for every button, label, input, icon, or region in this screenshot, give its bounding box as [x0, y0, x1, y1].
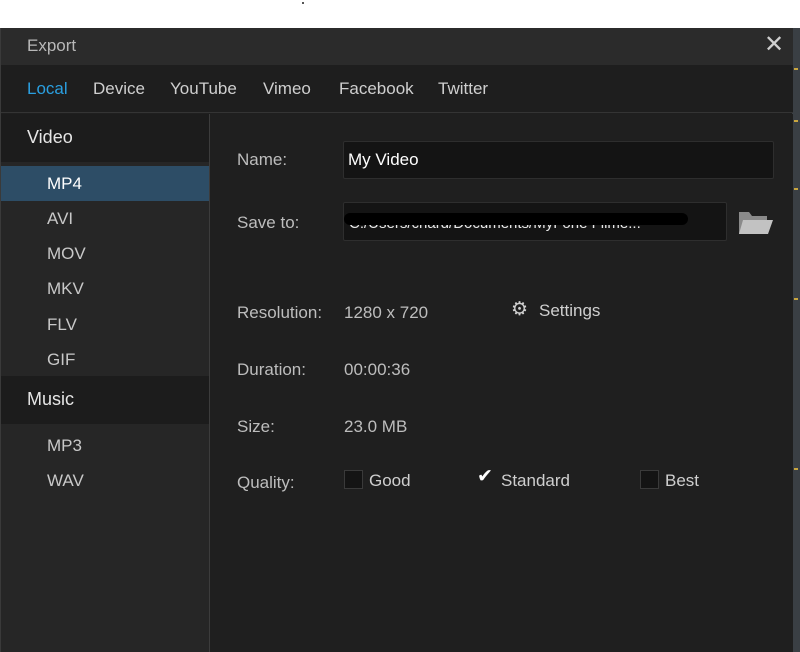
- save-to-label: Save to:: [237, 213, 300, 232]
- size-value: 23.0 MB: [344, 417, 408, 436]
- sidebar-item-wav[interactable]: WAV: [1, 463, 209, 498]
- duration-value: 00:00:36: [344, 360, 411, 379]
- tab-youtube[interactable]: YouTube: [170, 79, 237, 99]
- quality-checkbox-good[interactable]: [344, 470, 363, 489]
- browse-folder-button[interactable]: [737, 206, 775, 238]
- sidebar-heading-video: Video: [1, 114, 209, 162]
- export-target-tabs: Local Device YouTube Vimeo Facebook Twit…: [1, 65, 793, 113]
- sidebar-item-label: MP3: [47, 436, 82, 455]
- tab-vimeo[interactable]: Vimeo: [263, 79, 311, 99]
- tab-facebook[interactable]: Facebook: [339, 79, 414, 99]
- edge-marker: [794, 68, 798, 70]
- quality-label: Quality:: [237, 473, 295, 492]
- sidebar-item-gif[interactable]: GIF: [1, 342, 209, 377]
- sidebar-item-label: AVI: [47, 209, 74, 228]
- sidebar-item-mov[interactable]: MOV: [1, 236, 209, 271]
- dialog-title: Export: [27, 36, 77, 55]
- tab-device[interactable]: Device: [93, 79, 145, 99]
- desktop-background: [0, 0, 800, 28]
- export-settings-panel: Name: Save to: C:/Users/chard/Documents/…: [211, 114, 793, 652]
- close-button[interactable]: ✕: [761, 30, 787, 60]
- redaction-mark: [344, 213, 688, 225]
- sidebar-item-mp4[interactable]: MP4: [1, 166, 209, 201]
- format-sidebar: Video MP4 AVI MOV MKV FLV GIF Music MP3 …: [1, 114, 210, 652]
- sidebar-heading-label: Music: [27, 389, 75, 409]
- name-input[interactable]: [343, 141, 774, 179]
- sidebar-item-label: WAV: [47, 471, 84, 490]
- size-label: Size:: [237, 417, 275, 436]
- sidebar-item-label: GIF: [47, 350, 76, 369]
- quality-option-label: Good: [369, 471, 411, 490]
- sidebar-item-avi[interactable]: AVI: [1, 201, 209, 236]
- sidebar-item-flv[interactable]: FLV: [1, 307, 209, 342]
- quality-option-label: Best: [665, 471, 700, 490]
- name-label: Name:: [237, 150, 288, 169]
- background-window-edge: [792, 28, 800, 652]
- sidebar-item-label: MP4: [47, 174, 82, 193]
- folder-icon: [739, 212, 773, 234]
- quality-option-label: Standard: [501, 471, 570, 490]
- sidebar-item-mkv[interactable]: MKV: [1, 271, 209, 306]
- gear-icon: ⚙: [511, 299, 529, 320]
- edge-marker: [794, 298, 798, 300]
- edge-marker: [794, 120, 798, 122]
- sidebar-item-label: MKV: [47, 279, 84, 298]
- tab-twitter[interactable]: Twitter: [438, 79, 488, 99]
- settings-label: Settings: [539, 301, 601, 320]
- desktop-speck: [302, 2, 304, 4]
- quality-checkbox-best[interactable]: [640, 470, 659, 489]
- sidebar-item-label: MOV: [47, 244, 86, 263]
- edge-marker: [794, 188, 798, 190]
- resolution-value: 1280 x 720: [344, 303, 429, 322]
- close-icon: ✕: [763, 31, 785, 58]
- sidebar-heading-label: Video: [27, 127, 73, 147]
- checkmark-icon[interactable]: ✔: [477, 465, 493, 488]
- edge-marker: [794, 468, 798, 470]
- tab-local[interactable]: Local: [27, 79, 68, 99]
- sidebar-item-mp3[interactable]: MP3: [1, 428, 209, 463]
- sidebar-item-label: FLV: [47, 315, 77, 334]
- duration-label: Duration:: [237, 360, 306, 379]
- export-dialog: Export ✕ Local Device YouTube Vimeo Face…: [0, 28, 793, 652]
- dialog-titlebar: Export ✕: [1, 28, 793, 65]
- save-path-field[interactable]: C:/Users/chard/Documents/MyFone Filme...: [343, 202, 727, 241]
- resolution-label: Resolution:: [237, 303, 323, 322]
- sidebar-heading-music: Music: [1, 376, 209, 424]
